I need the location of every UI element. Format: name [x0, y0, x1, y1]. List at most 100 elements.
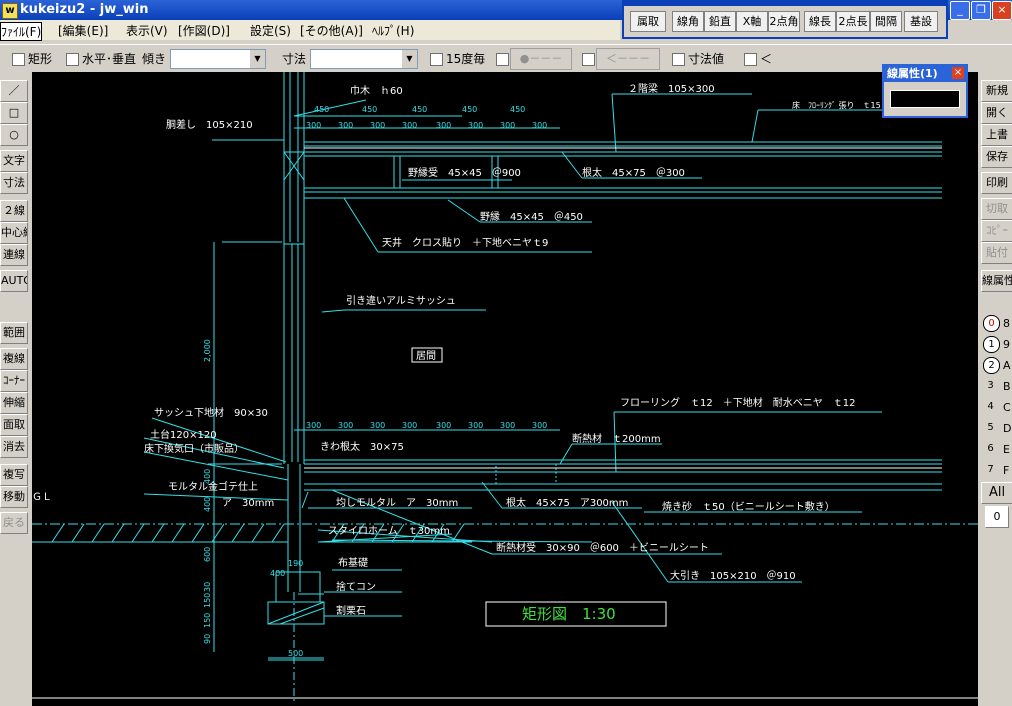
- menu-bar: ﾌｧｲﾙ(F) [編集(E)] 表示(V) [作図(D)] 設定(S) [その他…: [0, 20, 620, 41]
- undo-tool[interactable]: 戻る: [0, 512, 28, 534]
- label-joist-bottom: 根太 45×75 ア300mm: [506, 496, 628, 509]
- menu-view[interactable]: 表示(V): [126, 22, 168, 39]
- menu-help[interactable]: ﾍﾙﾌﾟ(H): [372, 22, 414, 39]
- linetype-disabled-button[interactable]: ●－－－: [510, 48, 572, 70]
- line-sample[interactable]: [890, 90, 960, 108]
- svg-text:300: 300: [370, 121, 385, 130]
- layer-row-4[interactable]: 4C: [981, 398, 1011, 417]
- stretch-tool[interactable]: 伸縮: [0, 392, 28, 414]
- line-length-button[interactable]: 線長: [804, 11, 836, 32]
- layer-row-1[interactable]: 19: [981, 335, 1011, 354]
- label-sash-base: サッシュ下地材 90×30: [154, 406, 268, 419]
- chevron-down-icon[interactable]: ▼: [250, 50, 265, 68]
- erase-tool[interactable]: 消去: [0, 436, 28, 458]
- double-line-tool[interactable]: ２線: [0, 200, 28, 222]
- corner-tool[interactable]: ｺｰﾅｰ: [0, 370, 28, 392]
- svg-text:300: 300: [500, 121, 515, 130]
- svg-text:450: 450: [362, 105, 377, 114]
- lt-checkbox[interactable]: [744, 53, 757, 66]
- tilt-combo[interactable]: ▼: [170, 49, 266, 69]
- print-button[interactable]: 印刷: [981, 172, 1012, 194]
- layer-row-3[interactable]: 3B: [981, 377, 1011, 396]
- connect-line-tool[interactable]: 連線: [0, 244, 28, 266]
- centerline-tool[interactable]: 中心線: [0, 222, 28, 244]
- save-button[interactable]: 保存: [981, 146, 1012, 168]
- menu-file[interactable]: ﾌｧｲﾙ(F): [0, 22, 43, 41]
- open-button[interactable]: 開く: [981, 102, 1012, 124]
- layer-all-button[interactable]: All: [981, 482, 1012, 504]
- new-button[interactable]: 新規: [981, 80, 1012, 102]
- right-toolbar: 新規 開く 上書 保存 印刷 切取 ｺﾋﾟｰ 貼付 線属性 08 19 2A 3…: [980, 72, 1012, 706]
- paste-button[interactable]: 貼付: [981, 242, 1012, 264]
- minimize-button[interactable]: _: [950, 1, 970, 20]
- vertical-button[interactable]: 鉛直: [704, 11, 736, 32]
- layer-row-2[interactable]: 2A: [981, 356, 1011, 375]
- dim-combo[interactable]: ▼: [310, 49, 418, 69]
- two-point-angle-button[interactable]: 2点角: [768, 11, 800, 32]
- close-icon[interactable]: ×: [952, 67, 964, 79]
- svg-text:300: 300: [500, 421, 515, 430]
- label-sill: 土台120×120: [150, 428, 217, 441]
- menu-draw[interactable]: [作図(D)]: [178, 22, 230, 39]
- drawing-canvas[interactable]: 巾木 ｈ60 ２階梁 105×300 床 ﾌﾛｰﾘﾝｸﾞ 張り ｔ15 胴差し …: [32, 72, 978, 706]
- menu-other[interactable]: [その他(A)]: [300, 22, 363, 39]
- svg-text:300: 300: [306, 121, 321, 130]
- copy-button[interactable]: ｺﾋﾟｰ: [981, 220, 1012, 242]
- arrow-disabled-button[interactable]: ＜－－－: [596, 48, 660, 70]
- x-axis-button[interactable]: X軸: [736, 11, 768, 32]
- move-tool[interactable]: 移動: [0, 486, 28, 508]
- svg-text:300: 300: [370, 421, 385, 430]
- deg15-checkbox[interactable]: [430, 53, 443, 66]
- rect-label: 矩形: [28, 52, 53, 66]
- line-attr-button[interactable]: 線属性: [981, 270, 1012, 292]
- label-insulation: 断熱材 ｔ200mm: [572, 432, 661, 445]
- menu-settings[interactable]: 設定(S): [250, 22, 291, 39]
- svg-text:2,000: 2,000: [203, 339, 212, 362]
- room-label: 居間: [416, 350, 436, 362]
- overwrite-button[interactable]: 上書: [981, 124, 1012, 146]
- layer-row-6[interactable]: 6E: [981, 440, 1011, 459]
- label-styrofoam: スタイロホーム ｔ30mm: [328, 525, 450, 537]
- maximize-button[interactable]: ❐: [971, 1, 991, 20]
- line-tool[interactable]: ／: [0, 80, 28, 102]
- hv-label: 水平･垂直: [82, 52, 137, 66]
- dimension-tool[interactable]: 寸法: [0, 172, 28, 194]
- settings-toolbar: 属取 線角 鉛直 X軸 2点角 線長 2点長 間隔 基設: [622, 0, 948, 39]
- layer-zero-button[interactable]: 0: [985, 506, 1009, 528]
- range-tool[interactable]: 範囲: [0, 322, 28, 344]
- line-properties-window: 線属性(1) ×: [882, 64, 968, 118]
- menu-edit[interactable]: [編集(E)]: [58, 22, 108, 39]
- line-angle-button[interactable]: 線角: [672, 11, 704, 32]
- svg-text:150: 150: [203, 593, 212, 608]
- chamfer-tool[interactable]: 面取: [0, 414, 28, 436]
- cad-drawing: 巾木 ｈ60 ２階梁 105×300 床 ﾌﾛｰﾘﾝｸﾞ 張り ｔ15 胴差し …: [32, 72, 978, 702]
- rect-tool[interactable]: □: [0, 102, 28, 124]
- layer-row-7[interactable]: 7F: [981, 461, 1011, 480]
- close-button[interactable]: ×: [992, 1, 1012, 20]
- hv-checkbox[interactable]: [66, 53, 79, 66]
- two-point-length-button[interactable]: 2点長: [836, 11, 870, 32]
- base-set-button[interactable]: 基設: [904, 11, 938, 32]
- svg-text:500: 500: [288, 649, 303, 658]
- lt-label: ＜: [760, 52, 773, 66]
- rect-checkbox[interactable]: [12, 53, 25, 66]
- arrow-checkbox[interactable]: [582, 53, 595, 66]
- settings-toolbar-titlebar[interactable]: [624, 0, 946, 6]
- offset-tool[interactable]: 複線: [0, 348, 28, 370]
- layer-row-5[interactable]: 5D: [981, 419, 1011, 438]
- text-tool[interactable]: 文字: [0, 150, 28, 172]
- interval-button[interactable]: 間隔: [870, 11, 902, 32]
- deg15-label: 15度毎: [446, 52, 486, 66]
- cut-button[interactable]: 切取: [981, 198, 1012, 220]
- auto-tool[interactable]: AUTO: [0, 270, 28, 292]
- attr-pick-button[interactable]: 属取: [630, 11, 666, 32]
- svg-text:300: 300: [532, 421, 547, 430]
- layer-row-0[interactable]: 08: [981, 314, 1011, 333]
- chevron-down-icon[interactable]: ▼: [402, 50, 417, 68]
- copy-tool[interactable]: 複写: [0, 464, 28, 486]
- label-thick-30: ア 30mm: [222, 498, 274, 509]
- circle-tool[interactable]: ○: [0, 124, 28, 146]
- linetype-checkbox[interactable]: [496, 53, 509, 66]
- label-noobuchi-uke: 野縁受 45×45 ＠900: [408, 166, 521, 179]
- dimval-checkbox[interactable]: [672, 53, 685, 66]
